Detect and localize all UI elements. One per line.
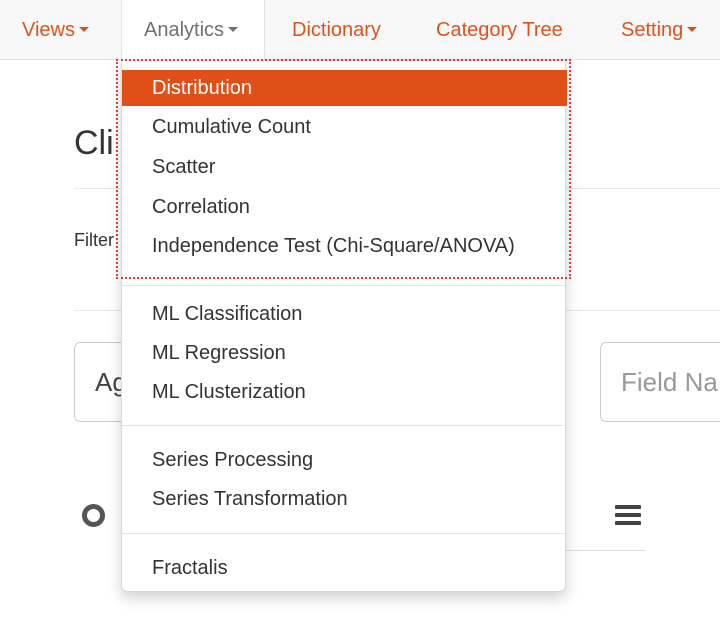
menu-item-correlation[interactable]: Correlation [122,189,567,225]
top-navbar: Views Analytics Dictionary Category Tree… [0,0,720,61]
menu-item-series-processing[interactable]: Series Processing [122,442,567,478]
nav-views-dropdown[interactable]: Views [22,0,89,60]
menu-item-independence-test[interactable]: Independence Test (Chi-Square/ANOVA) [122,228,567,264]
menu-item-ml-regression[interactable]: ML Regression [122,335,567,371]
menu-item-scatter[interactable]: Scatter [122,149,567,185]
menu-item-series-transformation[interactable]: Series Transformation [122,481,567,517]
menu-item-cumulative-count[interactable]: Cumulative Count [122,109,567,145]
menu-item-ml-clusterization[interactable]: ML Clusterization [122,374,567,410]
nav-dictionary[interactable]: Dictionary [292,0,381,60]
page-title: Cli [74,124,114,162]
nav-category-tree[interactable]: Category Tree [436,0,563,60]
menu-divider [122,533,567,534]
field-name-input[interactable]: Field Na [600,342,720,422]
nav-category-tree-label: Category Tree [436,19,563,41]
menu-item-distribution[interactable]: Distribution [122,70,567,106]
hamburger-menu-icon[interactable] [615,505,641,525]
divider [560,550,645,551]
field-name-placeholder: Field Na [621,367,718,397]
menu-item-ml-classification[interactable]: ML Classification [122,296,567,332]
caret-down-icon [228,27,239,33]
nav-setting-label: Setting [621,19,684,41]
caret-down-icon [687,27,698,33]
menu-divider [122,425,567,426]
analytics-dropdown-menu: Distribution Cumulative Count Scatter Co… [121,60,567,592]
filter-label: Filter [74,230,114,250]
circle-icon[interactable] [82,504,105,527]
menu-item-fractalis[interactable]: Fractalis [122,550,567,586]
nav-analytics-label: Analytics [144,19,225,41]
menu-divider [122,285,567,286]
nav-dictionary-label: Dictionary [292,19,381,41]
nav-analytics-dropdown[interactable]: Analytics [121,0,265,61]
caret-down-icon [79,27,89,33]
nav-setting-dropdown[interactable]: Setting [621,0,698,60]
nav-views-label: Views [22,19,75,41]
